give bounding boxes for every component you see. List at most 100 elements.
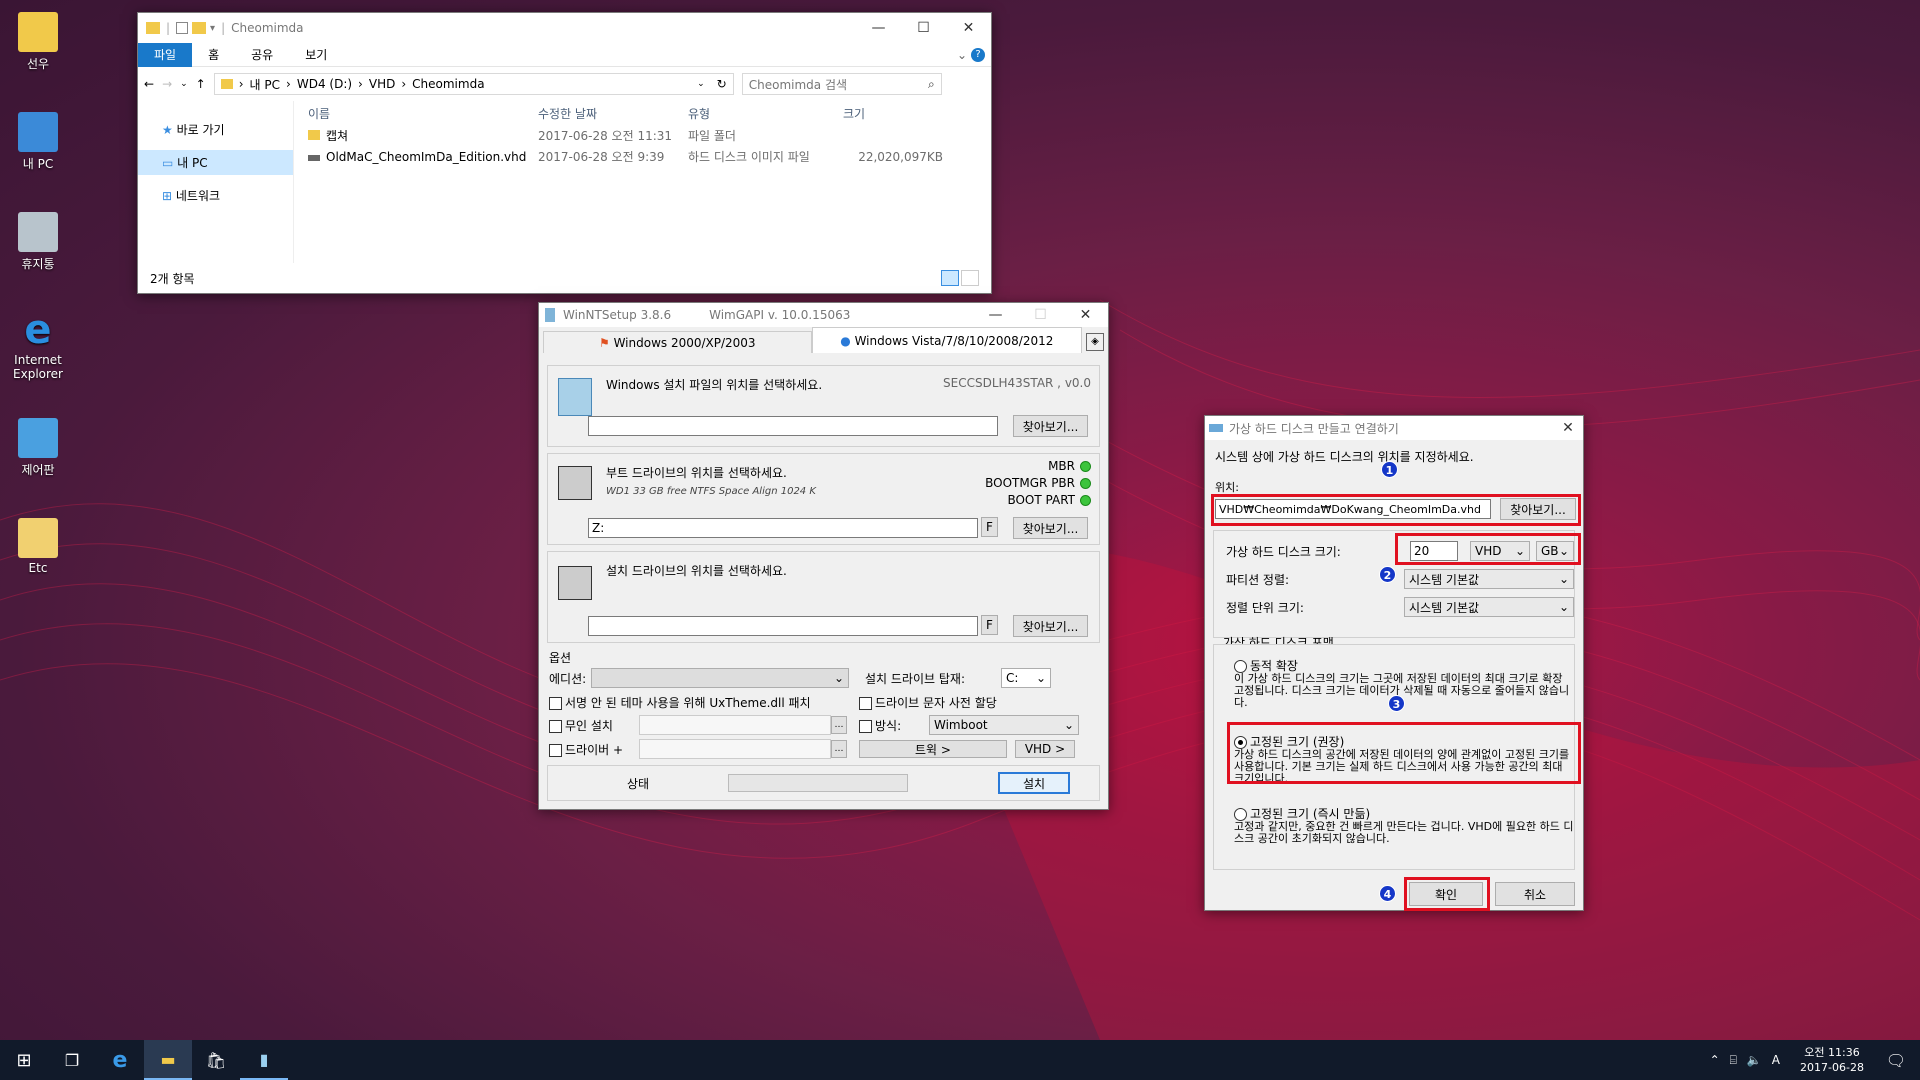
breadcrumb-folder[interactable]: Cheomimda	[412, 77, 484, 91]
cluster-select[interactable]: 시스템 기본값 ⌄	[1404, 597, 1574, 617]
network-icon: ⊞	[162, 189, 173, 203]
tab-legacy-windows[interactable]: ⚑ Windows 2000/XP/2003	[543, 331, 812, 353]
store-button[interactable]: 🛍	[192, 1040, 240, 1080]
notification-button[interactable]: 🗨	[1872, 1040, 1920, 1080]
new-folder-icon[interactable]	[192, 22, 207, 34]
drivers-checkbox[interactable]	[549, 743, 562, 757]
ime-indicator[interactable]: A	[1772, 1053, 1780, 1067]
start-button[interactable]: ⊞	[0, 1040, 48, 1080]
column-type[interactable]: 유형	[688, 105, 843, 122]
close-button[interactable]: ✕	[1553, 420, 1583, 436]
nav-network[interactable]: ⊞ 네트워크	[138, 183, 293, 208]
source-path-input[interactable]	[588, 416, 998, 436]
maximize-button[interactable]: ☐	[901, 20, 946, 36]
settings-icon[interactable]: ◈	[1086, 333, 1104, 351]
large-icons-view-icon[interactable]	[961, 270, 979, 286]
winntsetup-taskbar-button[interactable]: ▮	[240, 1040, 288, 1080]
desktop-icon-ie[interactable]: e Internet Explorer	[10, 310, 66, 381]
properties-icon[interactable]	[176, 22, 189, 34]
vhd-button[interactable]: VHD >	[1015, 740, 1075, 758]
unattend-option[interactable]: 무인 설치	[549, 717, 639, 734]
expand-ribbon-icon[interactable]: ⌄	[953, 48, 971, 62]
edge-button[interactable]: e	[96, 1040, 144, 1080]
breadcrumb-mypc[interactable]: 내 PC	[250, 76, 280, 93]
nav-quick-access[interactable]: ★ 바로 가기	[138, 117, 293, 142]
chevron-up-icon[interactable]: ⌃	[1710, 1053, 1720, 1067]
table-row[interactable]: OldMaC_CheomImDa_Edition.vhd 2017-06-28 …	[308, 146, 991, 167]
search-input[interactable]: Cheomimda 검색 ⌕	[741, 73, 942, 95]
close-button[interactable]: ✕	[946, 20, 991, 36]
column-size[interactable]: 크기	[843, 105, 943, 122]
unattend-path-input[interactable]	[639, 715, 831, 735]
unattend-browse-button[interactable]: …	[831, 716, 847, 734]
back-icon[interactable]: ←	[144, 77, 154, 91]
nav-label: 내 PC	[177, 156, 208, 170]
mode-checkbox[interactable]	[859, 719, 872, 733]
minimize-button[interactable]: —	[856, 20, 901, 36]
install-drive-input[interactable]	[588, 616, 978, 636]
up-icon[interactable]: ↑	[196, 77, 206, 91]
close-button[interactable]: ✕	[1063, 307, 1108, 323]
boot-drive-input[interactable]: Z:	[588, 518, 978, 538]
breadcrumb-vhd[interactable]: VHD	[369, 77, 395, 91]
recent-dropdown-icon[interactable]: ⌄	[180, 79, 188, 89]
desktop-icon-control-panel[interactable]: 제어판	[10, 418, 66, 478]
volume-icon[interactable]: 🔈	[1747, 1053, 1762, 1067]
tab-label: Windows Vista/7/8/10/2008/2012	[854, 334, 1054, 348]
preassign-option[interactable]: 드라이브 문자 사전 할당	[859, 694, 997, 711]
breadcrumb-drive[interactable]: WD4 (D:)	[297, 77, 352, 91]
step-marker-2: 2	[1379, 566, 1396, 583]
install-button[interactable]: 설치	[998, 772, 1070, 794]
drivers-option[interactable]: 드라이버 +	[549, 741, 639, 758]
table-row[interactable]: 캡쳐 2017-06-28 오전 11:31 파일 폴더	[308, 125, 991, 146]
edition-select[interactable]: ⌄	[591, 668, 849, 688]
chevron-down-icon: ⌄	[1558, 600, 1569, 614]
unattend-checkbox[interactable]	[549, 719, 562, 733]
address-dropdown-icon[interactable]: ⌄	[697, 79, 705, 89]
mode-option[interactable]: 방식:	[859, 717, 929, 734]
refresh-icon[interactable]: ↻	[717, 77, 727, 91]
install-browse-button[interactable]: 찾아보기...	[1013, 615, 1088, 637]
help-icon[interactable]: ?	[971, 47, 985, 62]
desktop-icon-etc[interactable]: Etc	[10, 518, 66, 575]
nav-mypc[interactable]: ▭ 내 PC	[138, 150, 293, 175]
desktop-icon-mypc[interactable]: 내 PC	[10, 112, 66, 172]
mount-select[interactable]: C: ⌄	[1001, 668, 1051, 688]
tab-home[interactable]: 홈	[192, 46, 235, 63]
tab-view[interactable]: 보기	[289, 46, 343, 63]
task-view-button[interactable]: ❐	[48, 1040, 96, 1080]
boot-browse-button[interactable]: 찾아보기...	[1013, 517, 1088, 539]
forward-icon[interactable]: →	[162, 77, 172, 91]
maximize-button[interactable]: ☐	[1018, 307, 1063, 323]
details-view-icon[interactable]	[941, 270, 959, 286]
uxtheme-checkbox[interactable]	[549, 697, 562, 710]
partition-label: 파티션 정렬:	[1226, 573, 1290, 587]
uxtheme-option[interactable]: 서명 안 된 테마 사용을 위해 UxTheme.dll 패치	[549, 694, 859, 711]
clock[interactable]: 오전 11:36 2017-06-28	[1792, 1045, 1872, 1075]
column-date[interactable]: 수정한 날짜	[538, 105, 688, 122]
address-bar[interactable]: › 내 PC › WD4 (D:) › VHD › Cheomimda ⌄ ↻	[213, 73, 734, 95]
source-browse-button[interactable]: 찾아보기...	[1013, 415, 1088, 437]
minimize-button[interactable]: —	[973, 307, 1018, 323]
desktop-icon-user[interactable]: 선우	[10, 12, 66, 72]
tweaks-button[interactable]: 트윅 >	[859, 740, 1007, 758]
drivers-browse-button[interactable]: …	[831, 740, 847, 758]
cancel-button[interactable]: 취소	[1495, 882, 1575, 906]
network-icon[interactable]: ⌸	[1730, 1053, 1737, 1068]
preassign-checkbox[interactable]	[859, 697, 872, 710]
intro-text: 시스템 상에 가상 하드 디스크의 위치를 지정하세요.	[1215, 450, 1474, 464]
tab-modern-windows[interactable]: ● Windows Vista/7/8/10/2008/2012	[811, 327, 1083, 353]
boot-format-button[interactable]: F	[981, 517, 998, 537]
drivers-path-input[interactable]	[639, 739, 831, 759]
tab-file[interactable]: 파일	[138, 42, 193, 67]
mode-select[interactable]: Wimboot ⌄	[929, 715, 1079, 735]
quick-access-dropdown-icon[interactable]: ▾	[210, 23, 215, 34]
install-format-button[interactable]: F	[981, 615, 998, 635]
file-explorer-button[interactable]: ▬	[144, 1040, 192, 1080]
tab-share[interactable]: 공유	[235, 46, 289, 63]
column-name[interactable]: 이름	[308, 105, 538, 122]
wimgapi-version: WimGAPI v. 10.0.15063	[709, 308, 851, 322]
partition-select[interactable]: 시스템 기본값 ⌄	[1404, 569, 1574, 589]
desktop-icon-label: 제어판	[21, 463, 55, 477]
desktop-icon-recycle[interactable]: 휴지통	[10, 212, 66, 272]
